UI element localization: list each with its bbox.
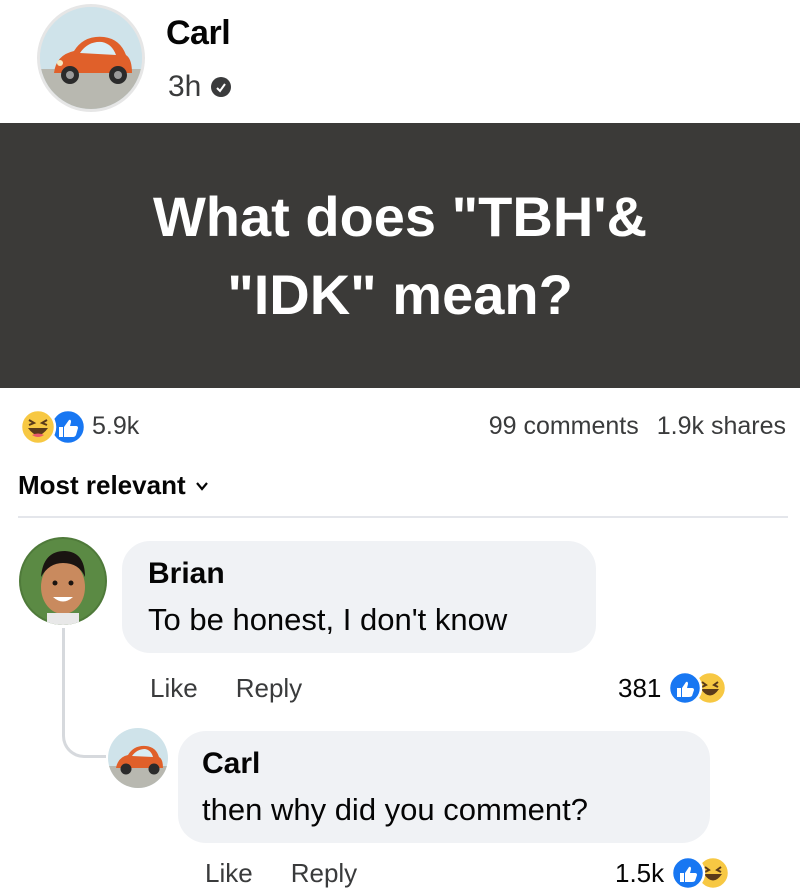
like-icon (668, 670, 703, 706)
comment-reactions[interactable]: 381 (618, 670, 729, 706)
like-button[interactable]: Like (205, 858, 253, 889)
comment-text: To be honest, I don't know (148, 602, 508, 637)
comment-bubble: Brian To be honest, I don't know (122, 541, 596, 653)
replier-avatar[interactable] (108, 728, 168, 788)
haha-icon (19, 408, 57, 446)
divider (18, 516, 788, 518)
sort-label: Most relevant (18, 470, 186, 500)
shares-count[interactable]: 1.9k shares (657, 412, 786, 441)
comment-sort-dropdown[interactable]: Most relevant (18, 470, 210, 501)
reply-button[interactable]: Reply (236, 673, 302, 704)
orange-car-icon (108, 728, 168, 788)
post-meta: 3h (168, 70, 232, 104)
post-stats-bar: 5.9k 99 comments 1.9k shares (0, 400, 800, 450)
comment-actions: Like Reply (150, 673, 302, 704)
reply-thread-line (62, 628, 106, 758)
reply-reactions[interactable]: 1.5k (615, 855, 732, 891)
like-button[interactable]: Like (150, 673, 198, 704)
comments-count[interactable]: 99 comments (489, 412, 639, 441)
reply-button[interactable]: Reply (291, 858, 357, 889)
like-icon (670, 855, 706, 891)
post-engagement: 99 comments 1.9k shares (489, 412, 786, 441)
commenter-avatar[interactable] (19, 537, 107, 625)
author-avatar[interactable] (37, 4, 145, 112)
reaction-summary[interactable] (18, 408, 90, 446)
post-header: Carl 3h (0, 0, 800, 118)
reaction-count[interactable]: 5.9k (92, 412, 139, 441)
reply-actions: Like Reply (205, 858, 357, 889)
public-globe-icon[interactable] (211, 77, 232, 97)
post-text-line-2: "IDK" mean? (227, 262, 573, 326)
comment-reaction-count: 381 (618, 672, 662, 703)
post-text-line-1: What does "TBH'& (152, 184, 648, 248)
reply-reaction-count: 1.5k (615, 857, 665, 888)
post-time[interactable]: 3h (168, 70, 201, 104)
post-text: What does "TBH'& "IDK" mean? (20, 178, 780, 334)
reply-bubble: Carl then why did you comment? (178, 731, 710, 843)
reply-text: then why did you comment? (202, 792, 588, 827)
chevron-down-icon (195, 481, 208, 491)
reply-author[interactable]: Carl (202, 747, 260, 781)
person-avatar-icon (19, 537, 107, 625)
comment-author[interactable]: Brian (148, 557, 225, 591)
post-banner: What does "TBH'& "IDK" mean? (0, 123, 800, 388)
orange-car-icon (40, 7, 142, 109)
author-name[interactable]: Carl (166, 14, 231, 53)
